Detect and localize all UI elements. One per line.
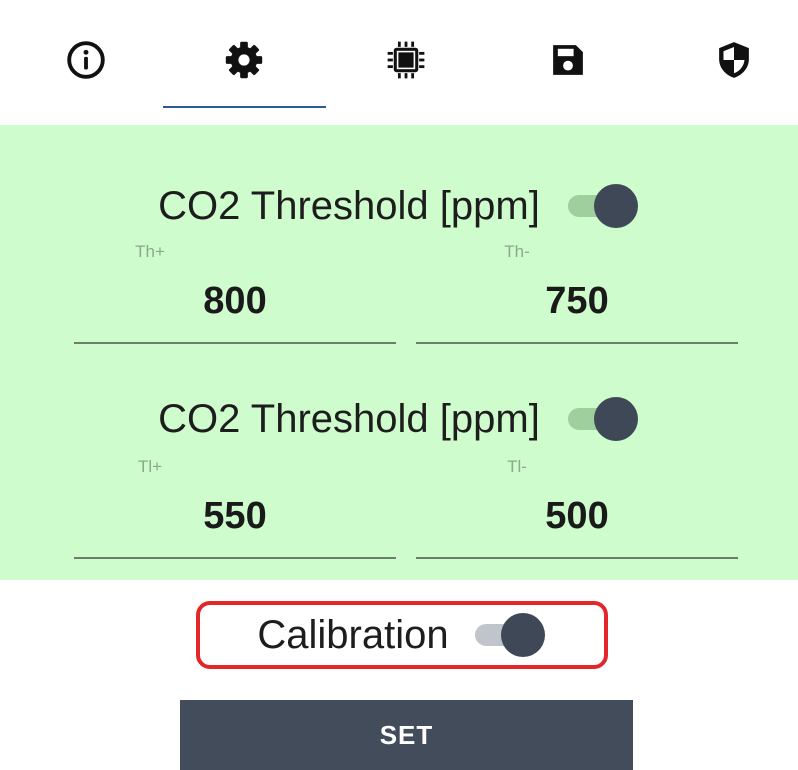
threshold-high-header: CO2 Threshold [ppm] [0, 180, 798, 232]
tab-bar [0, 0, 798, 125]
th-plus-value[interactable]: 800 [74, 280, 396, 323]
tl-plus-label: Tl+ [137, 457, 163, 476]
th-minus-value[interactable]: 750 [416, 280, 738, 323]
tl-plus-value[interactable]: 550 [74, 495, 396, 538]
info-icon [67, 41, 105, 79]
field-underline [416, 557, 738, 559]
field-underline [74, 342, 396, 344]
calibration-row: Calibration [196, 601, 608, 669]
threshold-low-header: CO2 Threshold [ppm] [0, 393, 798, 445]
tab-security[interactable] [684, 20, 784, 100]
calibration-toggle[interactable] [474, 613, 547, 657]
tab-info[interactable] [36, 20, 136, 100]
toggle-thumb [593, 184, 638, 228]
tl-minus-value[interactable]: 500 [416, 495, 738, 538]
selected-tab-indicator [163, 106, 326, 108]
tab-device[interactable] [356, 20, 456, 100]
gear-icon [225, 41, 263, 79]
tab-settings[interactable] [194, 20, 294, 100]
shield-icon [719, 42, 749, 78]
set-button[interactable]: SET [180, 700, 633, 770]
toggle-thumb [593, 397, 638, 441]
calibration-label: Calibration [257, 612, 449, 657]
field-underline [74, 557, 396, 559]
tl-minus-label: Tl- [507, 457, 527, 476]
threshold-high-title: CO2 Threshold [ppm] [158, 183, 540, 228]
threshold-low-title: CO2 Threshold [ppm] [158, 396, 540, 441]
th-minus-label: Th- [504, 242, 530, 261]
th-plus-label: Th+ [135, 242, 165, 261]
save-icon [553, 45, 583, 75]
toggle-thumb [500, 613, 545, 657]
threshold-low-toggle[interactable] [567, 397, 640, 441]
threshold-panel: CO2 Threshold [ppm] Th+ 800 Th- 750 CO2 … [0, 125, 798, 580]
chip-icon [387, 41, 425, 79]
field-underline [416, 342, 738, 344]
threshold-high-toggle[interactable] [567, 184, 640, 228]
tab-save[interactable] [518, 20, 618, 100]
